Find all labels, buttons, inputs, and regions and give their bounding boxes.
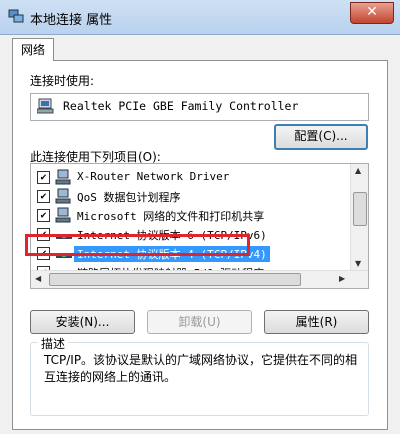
adapter-field: Realtek PCIe GBE Family Controller xyxy=(30,93,369,121)
list-item[interactable]: ✔ Microsoft 网络的文件和打印机共享 xyxy=(31,207,349,223)
list-item-selected[interactable]: ✔ Internet 协议版本 4 (TCP/IPv4) xyxy=(31,245,349,262)
close-button[interactable]: ✕ xyxy=(350,2,394,24)
network-connection-icon xyxy=(8,9,24,23)
horizontal-scrollbar[interactable]: ◀ ▶ xyxy=(31,270,368,288)
scroll-thumb[interactable] xyxy=(353,192,367,226)
window-title: 本地连接 属性 xyxy=(30,13,113,28)
scroll-up-icon[interactable]: ▲ xyxy=(355,166,361,175)
adapter-name: Realtek PCIe GBE Family Controller xyxy=(63,99,299,113)
properties-button[interactable]: 属性(R) xyxy=(264,310,369,334)
checkbox[interactable]: ✔ xyxy=(37,247,50,260)
scroll-down-icon[interactable]: ▼ xyxy=(355,259,361,268)
scroll-thumb[interactable] xyxy=(49,273,301,286)
uninstall-button[interactable]: 卸载(U) xyxy=(147,310,252,334)
protocol-icon xyxy=(56,253,72,258)
connect-using-label: 连接时使用: xyxy=(30,74,95,88)
configure-button[interactable]: 配置(C)... xyxy=(274,124,368,150)
scroll-right-icon[interactable]: ▶ xyxy=(339,274,345,283)
tab-network[interactable]: 网络 xyxy=(12,38,54,61)
checkbox[interactable]: ✔ xyxy=(37,171,50,184)
install-button[interactable]: 安装(N)... xyxy=(30,310,135,334)
file-share-icon xyxy=(55,207,71,223)
checkbox[interactable]: ✔ xyxy=(37,228,50,241)
scroll-left-icon[interactable]: ◀ xyxy=(35,274,41,283)
close-icon: ✕ xyxy=(366,4,378,20)
description-text: TCP/IP。该协议是默认的广域网络协议，它提供在不同的相互连接的网络上的通讯。 xyxy=(44,353,358,384)
qos-icon xyxy=(55,188,71,204)
title-bar[interactable]: 本地连接 属性 ✕ xyxy=(0,0,400,35)
list-item[interactable]: ✔ Internet 协议版本 6 (TCP/IPv6) xyxy=(31,226,349,242)
checkbox[interactable]: ✔ xyxy=(37,190,50,203)
checkbox[interactable]: ✔ xyxy=(37,209,50,222)
list-item[interactable]: ✔ X-Router Network Driver xyxy=(31,169,349,185)
vertical-scrollbar[interactable]: ▲ ▼ xyxy=(350,164,368,271)
list-item[interactable]: ✔ QoS 数据包计划程序 xyxy=(31,188,349,204)
network-adapter-icon xyxy=(37,98,54,114)
network-client-icon xyxy=(55,169,71,185)
description-legend: 描述 xyxy=(38,335,69,352)
protocol-icon xyxy=(56,234,72,239)
components-list[interactable]: ✔ X-Router Network Driver ✔ QoS 数据包计划程序 … xyxy=(30,163,369,289)
